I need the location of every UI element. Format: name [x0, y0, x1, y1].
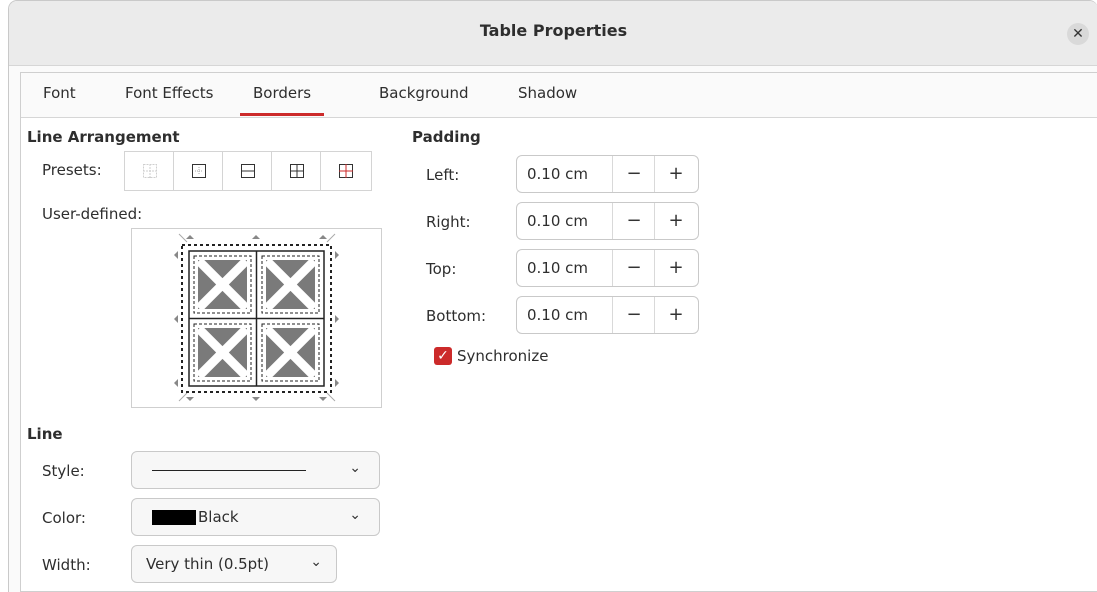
preset-outer-border-icon: [192, 164, 206, 178]
padding-top-label: Top:: [426, 260, 457, 278]
line-width-dropdown[interactable]: Very thin (0.5pt) ⌄: [131, 545, 337, 583]
chevron-down-icon: ⌄: [349, 507, 361, 523]
line-width-value: Very thin (0.5pt): [146, 555, 269, 573]
title-bar: Table Properties ✕: [9, 1, 1097, 66]
tab-font[interactable]: Font: [43, 83, 76, 116]
dialog-content: Font Font Effects Borders Background Sha…: [20, 72, 1097, 592]
tab-borders[interactable]: Borders: [240, 83, 325, 116]
padding-left-increment-button[interactable]: +: [654, 156, 697, 192]
line-color-label: Color:: [42, 509, 86, 527]
padding-left-spinbox: 0.10 cm − +: [516, 155, 699, 193]
padding-bottom-label: Bottom:: [426, 307, 487, 325]
line-width-label: Width:: [42, 556, 91, 574]
preset-outer-inner-icon: [339, 164, 353, 178]
dialog-title: Table Properties: [479, 21, 628, 40]
checkmark-icon: ✓: [437, 348, 449, 364]
chevron-down-icon: ⌄: [310, 554, 322, 570]
synchronize-checkbox[interactable]: ✓: [434, 347, 452, 365]
line-style-dropdown[interactable]: ⌄: [131, 451, 380, 489]
preset-outer-horizontal[interactable]: [223, 152, 272, 190]
padding-bottom-increment-button[interactable]: +: [654, 297, 697, 333]
padding-top-input[interactable]: 0.10 cm: [527, 259, 588, 277]
line-color-value: Black: [198, 508, 239, 526]
preset-outer-horizontal-icon: [241, 164, 255, 178]
padding-heading: Padding: [412, 128, 481, 146]
padding-right-input[interactable]: 0.10 cm: [527, 212, 588, 230]
padding-left-decrement-button[interactable]: −: [612, 156, 655, 192]
tab-shadow[interactable]: Shadow: [518, 83, 577, 116]
preset-no-borders[interactable]: [125, 152, 174, 190]
padding-bottom-input[interactable]: 0.10 cm: [527, 306, 588, 324]
padding-left-input[interactable]: 0.10 cm: [527, 165, 588, 183]
border-preview-graphic: [174, 233, 339, 402]
line-style-label: Style:: [42, 462, 85, 480]
padding-right-decrement-button[interactable]: −: [612, 203, 655, 239]
tab-background[interactable]: Background: [379, 83, 469, 116]
tab-bar: Font Font Effects Borders Background Sha…: [21, 73, 1097, 118]
padding-bottom-decrement-button[interactable]: −: [612, 297, 655, 333]
close-button[interactable]: ✕: [1067, 23, 1089, 45]
line-arrangement-heading: Line Arrangement: [27, 128, 180, 146]
padding-bottom-spinbox: 0.10 cm − +: [516, 296, 699, 334]
padding-left-label: Left:: [426, 166, 460, 184]
synchronize-label[interactable]: Synchronize: [457, 347, 548, 365]
table-properties-dialog: Table Properties ✕ Font Font Effects Bor…: [8, 0, 1097, 592]
padding-top-spinbox: 0.10 cm − +: [516, 249, 699, 287]
user-defined-label: User-defined:: [42, 205, 143, 223]
preset-outer-border[interactable]: [174, 152, 223, 190]
padding-top-increment-button[interactable]: +: [654, 250, 697, 286]
line-color-dropdown[interactable]: Black ⌄: [131, 498, 380, 536]
presets-group: [124, 151, 372, 191]
chevron-down-icon: ⌄: [349, 460, 361, 476]
line-heading: Line: [27, 425, 63, 443]
color-swatch: [152, 510, 196, 525]
tab-font-effects[interactable]: Font Effects: [125, 83, 213, 116]
preset-no-borders-icon: [143, 164, 157, 178]
preset-outer-inner[interactable]: [321, 152, 371, 190]
padding-right-spinbox: 0.10 cm − +: [516, 202, 699, 240]
user-defined-border-editor[interactable]: [131, 228, 382, 408]
padding-right-label: Right:: [426, 213, 471, 231]
padding-right-increment-button[interactable]: +: [654, 203, 697, 239]
padding-top-decrement-button[interactable]: −: [612, 250, 655, 286]
preset-all-borders[interactable]: [272, 152, 321, 190]
preset-all-borders-icon: [290, 164, 304, 178]
line-style-preview: [152, 470, 306, 471]
close-icon: ✕: [1072, 26, 1084, 42]
presets-label: Presets:: [42, 161, 102, 179]
